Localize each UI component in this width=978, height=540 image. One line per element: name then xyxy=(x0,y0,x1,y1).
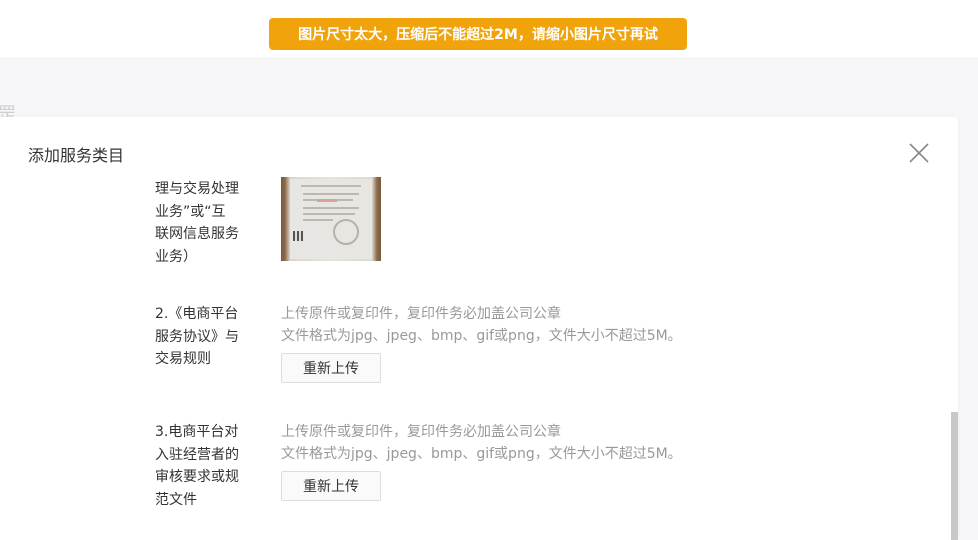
item-2-hint-requirement: 上传原件或复印件，复印件务必加盖公司公章 xyxy=(281,306,561,322)
item-2-hint-format: 文件格式为jpg、jpeg、bmp、gif或png，文件大小不超过5M。 xyxy=(281,328,682,344)
item-3-label-line: 入驻经营者的 xyxy=(155,446,239,463)
item-3-hint-requirement: 上传原件或复印件，复印件务必加盖公司公章 xyxy=(281,424,561,440)
error-toast: 图片尺寸太大，压缩后不能超过2M，请缩小图片尺寸再试 xyxy=(269,18,687,50)
item-3-label-line: 3.电商平台对 xyxy=(155,424,239,440)
item-3-label-line: 审核要求或规 xyxy=(155,469,239,485)
doc-text-line xyxy=(303,219,333,221)
modal-title: 添加服务类目 xyxy=(28,146,125,165)
item-2-label-line: 服务协议》与 xyxy=(155,328,239,345)
item-1-label-line: 业务） xyxy=(155,248,197,265)
item-3-label-line: 范文件 xyxy=(155,491,197,508)
item-3-hint-format: 文件格式为jpg、jpeg、bmp、gif或png，文件大小不超过5M。 xyxy=(281,446,682,462)
doc-qr-code xyxy=(293,231,303,241)
error-toast-message: 图片尺寸太大，压缩后不能超过2M，请缩小图片尺寸再试 xyxy=(298,27,658,43)
add-service-category-modal: 添加服务类目 理与交易处理 业务”或“互 联网信息服务 业务） 2.《电商平台 … xyxy=(0,117,958,540)
close-icon[interactable] xyxy=(905,139,933,167)
item-2-reupload-button[interactable]: 重新上传 xyxy=(281,353,381,383)
doc-text-line xyxy=(303,193,359,195)
item-1-label-line: 业务”或“互 xyxy=(155,203,226,220)
doc-red-mark xyxy=(317,199,337,202)
item-1-label-line: 联网信息服务 xyxy=(155,226,239,242)
doc-text-line xyxy=(303,207,359,209)
uploaded-certificate-thumbnail[interactable] xyxy=(281,177,381,261)
item-2-label: 2.《电商平台 服务协议》与 交易规则 xyxy=(155,303,250,371)
item-1-label: 理与交易处理 业务”或“互 联网信息服务 业务） xyxy=(155,178,250,268)
item-3-reupload-button[interactable]: 重新上传 xyxy=(281,471,381,501)
item-2-label-line: 交易规则 xyxy=(155,351,211,367)
doc-text-line xyxy=(303,213,355,215)
modal-scrollbar-thumb[interactable] xyxy=(951,412,958,540)
item-3-label: 3.电商平台对 入驻经营者的 审核要求或规 范文件 xyxy=(155,421,250,511)
doc-seal xyxy=(333,219,359,245)
item-2-label-line: 2.《电商平台 xyxy=(155,306,239,322)
doc-text-line xyxy=(301,185,361,187)
item-1-label-line: 理与交易处理 xyxy=(155,181,239,197)
